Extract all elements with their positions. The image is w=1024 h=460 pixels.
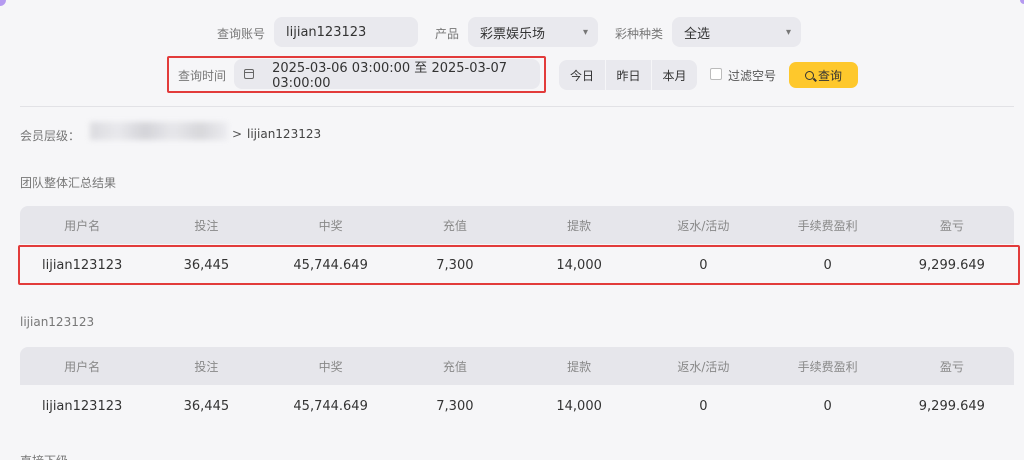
column-header: 手续费盈利 <box>797 359 858 374</box>
account-input-value: lijian123123 <box>286 24 367 40</box>
corner-accent <box>0 0 6 6</box>
table-cell: 9,299.649 <box>918 398 985 414</box>
column-header: 返水/活动 <box>677 218 730 233</box>
table-cell: 7,300 <box>436 398 474 414</box>
breadcrumb-separator: > <box>232 127 243 141</box>
filter-empty-label: 过滤空号 <box>728 69 777 83</box>
column-header: 用户名 <box>64 218 101 233</box>
table-cell: 0 <box>823 398 832 414</box>
table-cell: 0 <box>699 398 708 414</box>
today-button[interactable]: 今日 <box>559 60 605 90</box>
yesterday-button[interactable]: 昨日 <box>605 60 651 90</box>
lottery-type-label: 彩种种类 <box>615 27 664 41</box>
divider <box>20 106 1014 107</box>
corner-accent-right <box>1020 0 1024 4</box>
table-cell: 36,445 <box>183 398 230 414</box>
product-label: 产品 <box>435 27 460 41</box>
column-header: 中奖 <box>318 218 343 233</box>
query-button[interactable]: 查询 <box>789 62 858 88</box>
column-header: 提款 <box>567 359 592 374</box>
team-summary-title: 团队整体汇总结果 <box>20 176 117 190</box>
highlight-box-time <box>167 56 546 93</box>
product-select[interactable]: 彩票娱乐场 ▾ <box>468 17 598 47</box>
table-cell: 14,000 <box>556 398 602 414</box>
table-header: 用户名 投注 中奖 充值 提款 返水/活动 手续费盈利 盈亏 <box>20 347 1014 385</box>
next-section-title: 直接下级 <box>20 452 68 460</box>
account-label: 查询账号 <box>217 27 266 41</box>
table-cell: lijian123123 <box>41 398 123 414</box>
member-level-label: 会员层级： <box>20 129 81 143</box>
column-header: 提款 <box>567 218 592 233</box>
column-header: 返水/活动 <box>677 359 730 374</box>
member-table-title: lijian123123 <box>20 315 95 329</box>
column-header: 中奖 <box>318 359 343 374</box>
breadcrumb-current[interactable]: lijian123123 <box>247 127 321 141</box>
table-cell: 45,744.649 <box>293 398 368 414</box>
redacted-path <box>90 122 228 140</box>
column-header: 用户名 <box>64 359 101 374</box>
column-header: 投注 <box>194 218 219 233</box>
column-header: 投注 <box>194 359 219 374</box>
member-table: 用户名 投注 中奖 充值 提款 返水/活动 手续费盈利 盈亏 lijian123… <box>20 347 1014 427</box>
chevron-down-icon: ▾ <box>785 26 791 38</box>
query-button-label: 查询 <box>817 68 842 83</box>
lottery-type-select[interactable]: 全选 ▾ <box>672 17 801 47</box>
column-header: 充值 <box>442 218 467 233</box>
column-header: 充值 <box>442 359 467 374</box>
lottery-type-select-value: 全选 <box>684 26 711 42</box>
this-month-button[interactable]: 本月 <box>651 60 697 90</box>
highlight-box-row <box>18 245 1020 285</box>
search-icon <box>804 70 814 80</box>
account-input[interactable]: lijian123123 <box>274 17 418 47</box>
table-header: 用户名 投注 中奖 充值 提款 返水/活动 手续费盈利 盈亏 <box>20 206 1014 244</box>
table-row: lijian123123 36,445 45,744.649 7,300 14,… <box>20 385 1014 427</box>
product-select-value: 彩票娱乐场 <box>480 26 546 42</box>
column-header: 盈亏 <box>939 218 964 233</box>
column-header: 手续费盈利 <box>797 218 858 233</box>
filter-empty-checkbox[interactable] <box>710 68 722 80</box>
chevron-down-icon: ▾ <box>582 26 588 38</box>
column-header: 盈亏 <box>939 359 964 374</box>
